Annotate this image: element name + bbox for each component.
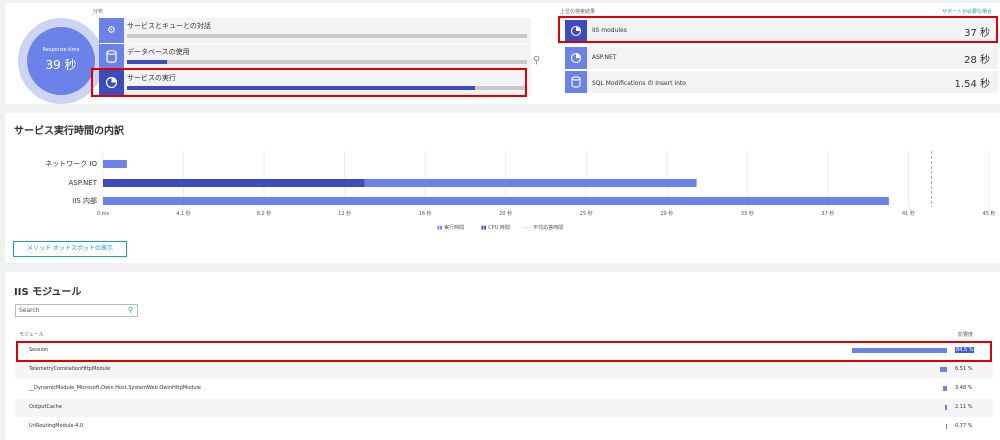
impact-bar [943, 386, 947, 391]
impact-percent: 3.48 % [955, 385, 973, 391]
category-label: ASP.NET [68, 179, 97, 187]
category-label: IIS 内部 [72, 196, 97, 205]
module-name: TelemetryCorrelationHttpModule [29, 366, 111, 372]
legend-exec-time: ▮▮ 実行時間 [437, 225, 465, 231]
dist-track [127, 34, 527, 38]
x-tick-label: 20 秒 [499, 210, 512, 217]
result-label: ASP.NET [592, 54, 617, 61]
top-panel: 分布 Response time 39 秒 ⚙ サービスとキューとの対話 データ… [5, 3, 1000, 104]
response-time-label: Response time [42, 47, 80, 53]
module-name: OutputCache [29, 404, 62, 410]
distribution-label: 分布 [93, 9, 104, 15]
impact-bar [939, 367, 947, 372]
dist-label: データベースの使用 [127, 48, 190, 56]
x-tick-label: 33 秒 [741, 210, 754, 217]
impact-percent: 6.51 % [955, 366, 973, 372]
breakdown-panel: サービス実行時間の内訳 0 ms 4.1 秒 8.2 秒 12 秒 16 秒 20 秒 25… [5, 113, 1000, 263]
module-row[interactable]: OutputCache 2.11 % [15, 399, 993, 417]
column-header-impact[interactable]: 影響度 [958, 331, 973, 338]
method-hotspot-button[interactable]: メソッド ホットスポットの表示 [13, 241, 127, 257]
column-header-module[interactable]: モジュール [19, 331, 44, 338]
iis-modules-title: IIS モジュール [14, 287, 82, 298]
search-input[interactable] [19, 306, 119, 315]
dist-row-services-queues[interactable]: ⚙ サービスとキューとの対話 [99, 18, 531, 43]
dist-label: サービスとキューとの対話 [127, 22, 211, 30]
legend-cpu-time: ▮▮ CPU 時間 [481, 225, 510, 231]
module-search-box[interactable]: ⚲ [15, 304, 138, 317]
result-row-aspnet[interactable]: ASP.NET 28 秒 [565, 47, 998, 69]
impact-percent: 0.77 % [955, 423, 973, 429]
x-tick-label: 29 秒 [660, 210, 673, 217]
impact-bar [945, 424, 947, 429]
legend-avg-label: 平均応答時間 [533, 225, 564, 231]
x-tick-label: 12 秒 [338, 210, 351, 217]
result-label: SQL Modifications の Insert into [592, 80, 686, 87]
iis-modules-panel: IIS モジュール ⚲ モジュール 影響度 Session84.5 %Telem… [5, 272, 1000, 440]
x-tick-label: 0 ms [97, 211, 110, 217]
result-value: 1.54 秒 [954, 79, 990, 90]
search-icon[interactable]: ⚲ [128, 306, 133, 314]
database-icon [565, 71, 587, 93]
legend-exec-label: 実行時間 [444, 225, 465, 231]
bar-cpu-time [103, 179, 365, 187]
response-time-value: 39 秒 [45, 58, 77, 72]
selection-highlight [91, 68, 527, 97]
x-tick-label: 37 秒 [821, 210, 834, 217]
module-row[interactable]: __DynamicModule_Microsoft.Owin.Host.Syst… [15, 380, 993, 398]
x-tick-label: 25 秒 [580, 210, 593, 217]
breakdown-chart: 0 ms 4.1 秒 8.2 秒 12 秒 16 秒 20 秒 25 秒 29 秒 33 秒 37… [45, 151, 996, 217]
x-tick-label: 45 秒 [983, 210, 996, 217]
legend-cpu-label: CPU 時間 [488, 225, 510, 231]
module-name: __DynamicModule_Microsoft.Owin.Host.Syst… [29, 385, 201, 391]
dist-track [127, 60, 527, 64]
help-link[interactable]: サポートが必要な場合 [942, 8, 992, 15]
module-row[interactable]: TelemetryCorrelationHttpModule 6.51 % [15, 361, 993, 379]
dist-fill [127, 60, 167, 64]
impact-percent: 2.11 % [955, 404, 973, 410]
selection-highlight [558, 16, 998, 43]
dist-row-database[interactable]: データベースの使用 [99, 44, 531, 69]
module-row[interactable]: UrlRoutingModule-4.0 0.77 % [15, 418, 993, 436]
x-tick-label: 8.2 秒 [257, 210, 272, 217]
legend-avg-response: - - - 平均応答時間 [523, 225, 564, 231]
bar-exec-time [103, 160, 127, 168]
gear-icon: ⚙ [99, 18, 124, 43]
impact-bar [944, 405, 947, 410]
database-icon [99, 44, 124, 69]
category-label: ネットワーク IO [45, 160, 97, 168]
module-name: UrlRoutingModule-4.0 [29, 423, 84, 429]
service-pie-icon [565, 47, 587, 69]
search-icon[interactable]: ⚲ [533, 55, 540, 66]
top-results-label: 上位の検索結果 [560, 9, 596, 15]
x-tick-label: 4.1 秒 [176, 210, 191, 217]
bar-exec-time [103, 197, 889, 205]
response-time-inner: Response time 39 秒 [27, 27, 95, 95]
x-tick-label: 16 秒 [419, 210, 432, 217]
selection-highlight [16, 341, 992, 362]
x-tick-label: 41 秒 [902, 210, 915, 217]
result-row-sql[interactable]: SQL Modifications の Insert into 1.54 秒 [565, 71, 998, 93]
result-value: 28 秒 [964, 55, 990, 66]
